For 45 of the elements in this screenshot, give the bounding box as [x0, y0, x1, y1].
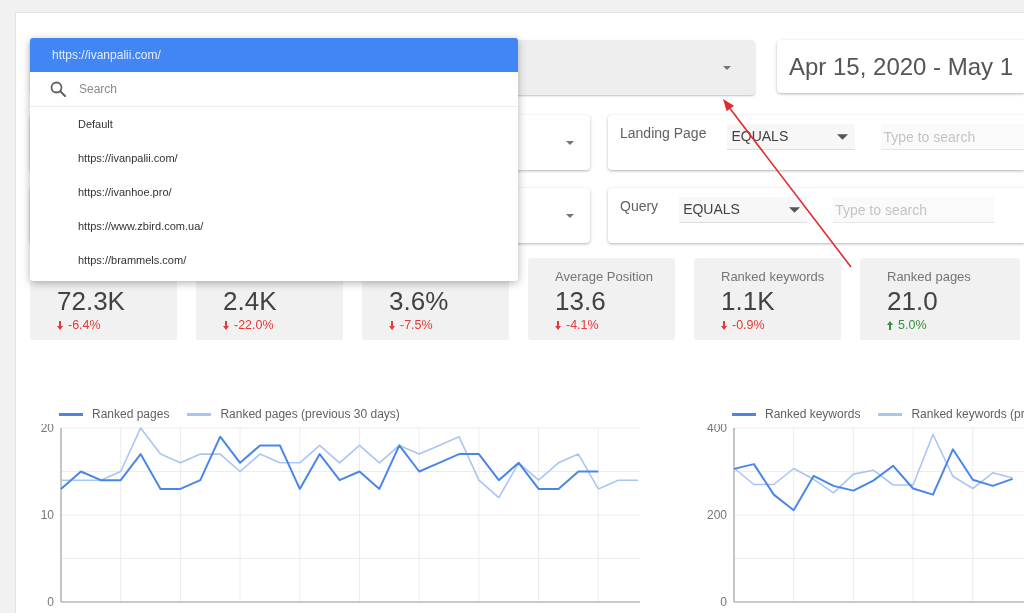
legend-line-icon — [732, 412, 756, 416]
menu-item[interactable]: https://brammels.com/ — [30, 243, 518, 277]
filter-label: Query — [620, 198, 659, 214]
legend-label: Ranked keywords — [765, 407, 861, 421]
operator-select[interactable]: EQUALS — [679, 197, 808, 223]
kpi-change: -6.4% — [68, 318, 101, 332]
legend-label: Ranked pages (previous 30 days) — [220, 407, 400, 421]
menu-item[interactable]: https://www.zbird.com.ua/ — [30, 209, 518, 243]
menu-item[interactable]: Default — [30, 107, 518, 141]
kpi-label: Average Position — [555, 268, 655, 286]
menu-item[interactable]: https://ivanhoe.pro/ — [30, 175, 518, 209]
legend-label: Ranked pages — [92, 407, 170, 421]
kpi-change: 5.0% — [898, 318, 927, 332]
kpi-change: -0.9% — [732, 318, 765, 332]
kpi-label: Ranked keywords — [721, 268, 826, 286]
y-tick-label: 200 — [706, 508, 727, 522]
filter-label: Landing Page — [620, 125, 707, 141]
legend-label: Ranked keywords (pr — [911, 407, 1024, 421]
date-range-picker[interactable]: Apr 15, 2020 - May 1 — [777, 40, 1024, 93]
legend-line-icon — [878, 412, 903, 416]
y-tick-label: 10 — [40, 508, 54, 522]
search-field[interactable]: Search — [79, 75, 518, 103]
kpi-value: 72.3K — [57, 286, 126, 316]
y-tick-label: 0 — [720, 595, 727, 609]
kpi-change: -7.5% — [400, 318, 433, 332]
kpi-value: 3.6% — [389, 286, 450, 316]
kpi-value: 21.0 — [887, 286, 939, 316]
caret-icon — [566, 140, 574, 145]
kpi-change: -22.0% — [234, 318, 274, 332]
y-tick-label: 0 — [47, 595, 54, 609]
kpi-change: -4.1% — [566, 318, 599, 332]
kpi-value: 1.1K — [721, 286, 776, 316]
y-tick-label: 400 — [706, 424, 727, 435]
y-tick-label: 20 — [40, 424, 54, 435]
legend-line-icon — [59, 412, 83, 416]
kpi-value: 2.4K — [223, 286, 278, 316]
caret-icon — [566, 213, 574, 218]
kpi-label: Ranked pages — [887, 268, 972, 286]
kpi-value: 13.6 — [555, 286, 607, 316]
legend-line-icon — [187, 412, 212, 416]
caret-icon — [789, 206, 801, 213]
caret-icon — [723, 65, 731, 70]
caret-icon — [837, 133, 849, 140]
menu-item[interactable]: https://ivanpalii.com/ — [30, 141, 518, 175]
search-icon — [50, 81, 66, 97]
